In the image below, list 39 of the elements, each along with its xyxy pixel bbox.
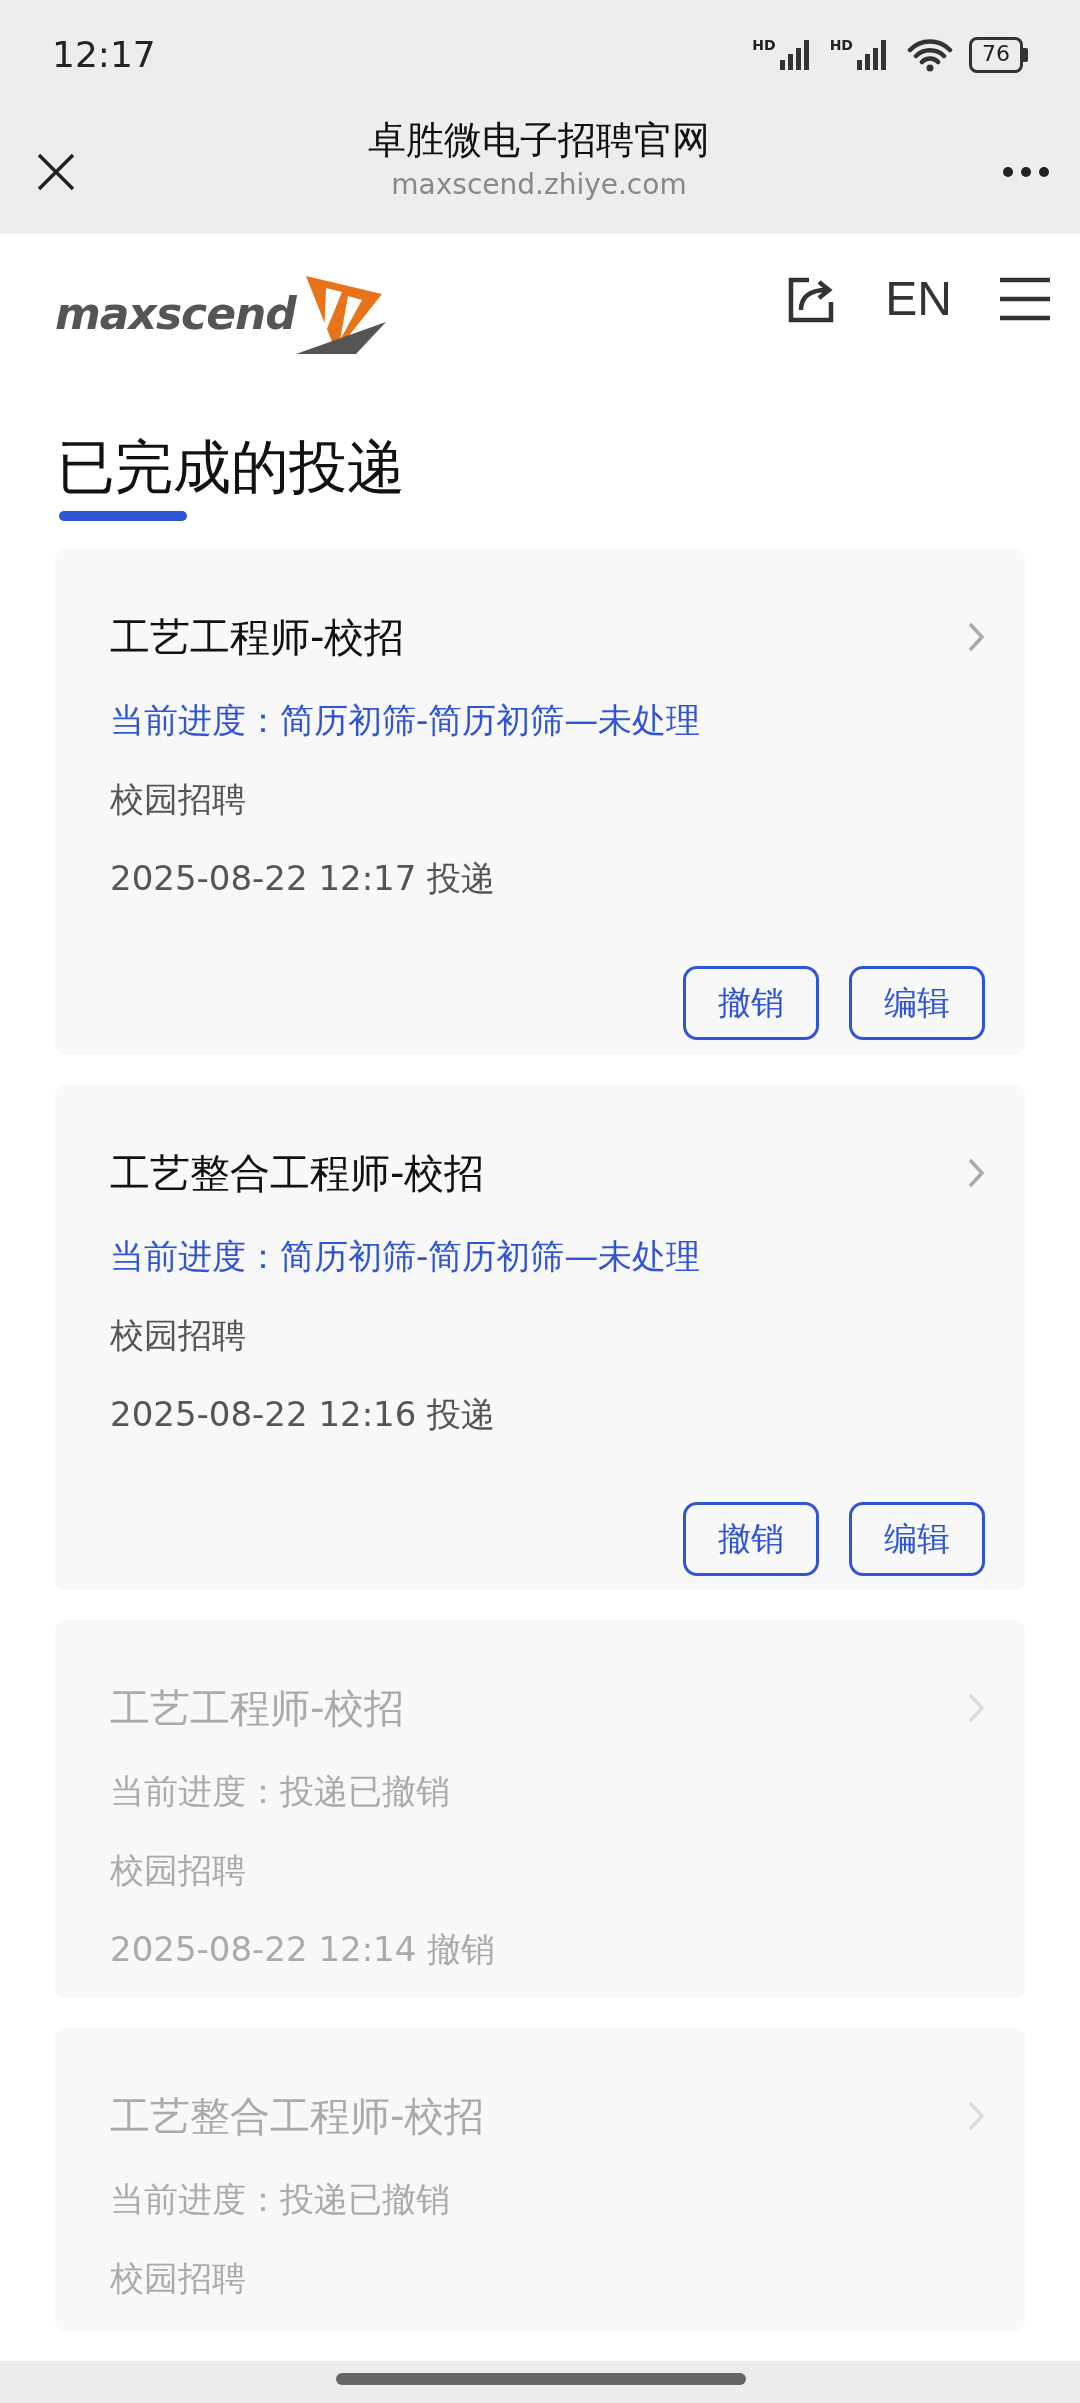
edit-button[interactable]: 编辑 — [849, 1501, 985, 1576]
chevron-right-icon — [967, 1156, 985, 1189]
battery-level: 76 — [969, 37, 1023, 73]
page-url: maxscend.zhiye.com — [391, 166, 687, 203]
progress-status: 当前进度：投递已撤销 — [110, 1771, 450, 1812]
heading: 已完成的投递 — [57, 433, 405, 501]
language-link[interactable]: EN — [885, 275, 952, 323]
job-title: 工艺工程师-校招 — [110, 613, 405, 662]
recruit-type: 校园招聘 — [110, 1850, 246, 1891]
chevron-right-icon — [967, 2099, 985, 2132]
more-icon[interactable] — [1002, 166, 1050, 178]
edit-button[interactable]: 编辑 — [849, 966, 985, 1040]
withdraw-button[interactable]: 撤销 — [683, 966, 819, 1040]
submit-time: 2025-08-22 12:17 投递 — [110, 858, 496, 898]
progress-status: 当前进度：简历初筛-简历初筛—未处理 — [110, 700, 701, 740]
job-title: 工艺工程师-校招 — [110, 1684, 405, 1734]
recruit-type: 校园招聘 — [110, 2257, 246, 2298]
chevron-right-icon — [967, 1692, 985, 1725]
logo-icon — [295, 274, 386, 354]
network-type: HD — [829, 38, 853, 52]
close-icon[interactable] — [36, 152, 76, 192]
recruit-type: 校园招聘 — [110, 1314, 246, 1355]
submit-time: 2025-08-22 12:16 投递 — [110, 1393, 496, 1434]
job-title: 工艺整合工程师-校招 — [110, 2091, 485, 2141]
submit-time: 2025-08-22 12:14 撤销 — [110, 1929, 496, 1970]
logo-text: maxscend — [55, 287, 296, 341]
progress-status: 当前进度：投递已撤销 — [110, 2178, 450, 2219]
chevron-right-icon — [967, 621, 985, 653]
progress-status: 当前进度：简历初筛-简历初筛—未处理 — [110, 1235, 701, 1276]
menu-icon[interactable] — [1000, 277, 1050, 321]
application-card[interactable]: 工艺整合工程师-校招 当前进度：简历初筛-简历初筛—未处理 校园招聘 2025-08-22 12:16 投递 撤销 编辑 — [55, 1084, 1025, 1591]
status-time: 12:17 — [52, 33, 156, 77]
network-type: HD — [752, 38, 776, 52]
job-title: 工艺整合工程师-校招 — [110, 1148, 485, 1198]
page-title: 卓胜微电子招聘官网 — [368, 118, 710, 164]
wifi-icon — [907, 37, 953, 73]
withdraw-button[interactable]: 撤销 — [683, 1501, 819, 1576]
application-card[interactable]: 工艺工程师-校招 当前进度：简历初筛-简历初筛—未处理 校园招聘 2025-08-22 12:17 投递 撤销 编辑 — [55, 549, 1025, 1055]
recruit-type: 校园招聘 — [110, 779, 246, 819]
